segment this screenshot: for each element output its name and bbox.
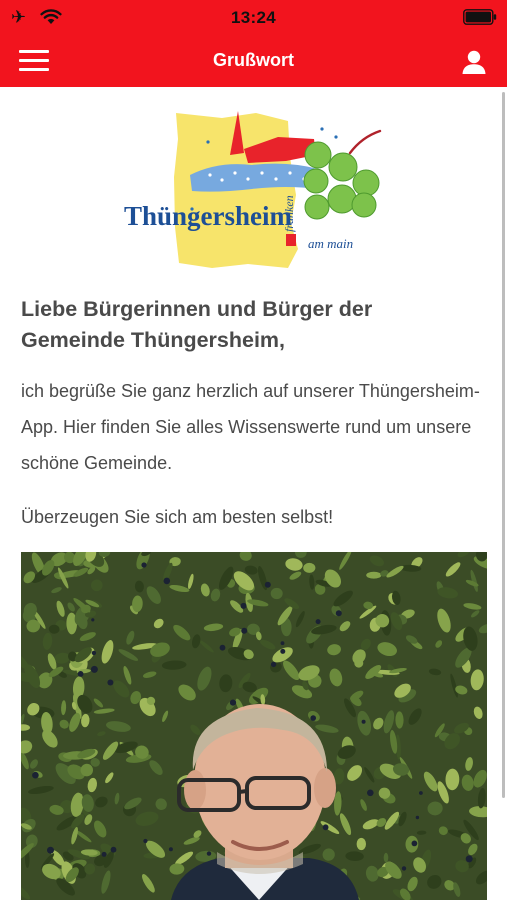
status-time: 13:24 <box>231 8 276 27</box>
logo-tag-franken: franken <box>282 195 296 232</box>
status-bar: ✈ 13:24 <box>0 0 507 34</box>
greeting-heading: Liebe Bürgerinnen und Bürger der Gemeind… <box>21 297 373 352</box>
thuengersheim-logo: Thüngersheim franken am main <box>124 111 382 268</box>
navigation-bar: Grußwort <box>0 34 507 87</box>
logo-name: Thüngersheim <box>124 201 293 231</box>
mayor-portrait-photo <box>21 552 487 900</box>
page-title: Grußwort <box>213 50 294 70</box>
logo-tag-ammain: am main <box>308 236 353 251</box>
scrollbar[interactable] <box>502 92 505 798</box>
invitation-paragraph: Überzeugen Sie sich am besten selbst! <box>21 507 334 527</box>
content-area[interactable]: Thüngersheim franken am main Liebe Bürge… <box>0 87 500 900</box>
header-bar: ✈ 13:24 Grußwort <box>0 0 507 87</box>
intro-paragraph: ich begrüße Sie ganz herzlich auf unsere… <box>21 381 480 473</box>
battery-icon <box>463 9 497 25</box>
user-icon[interactable] <box>461 49 487 75</box>
